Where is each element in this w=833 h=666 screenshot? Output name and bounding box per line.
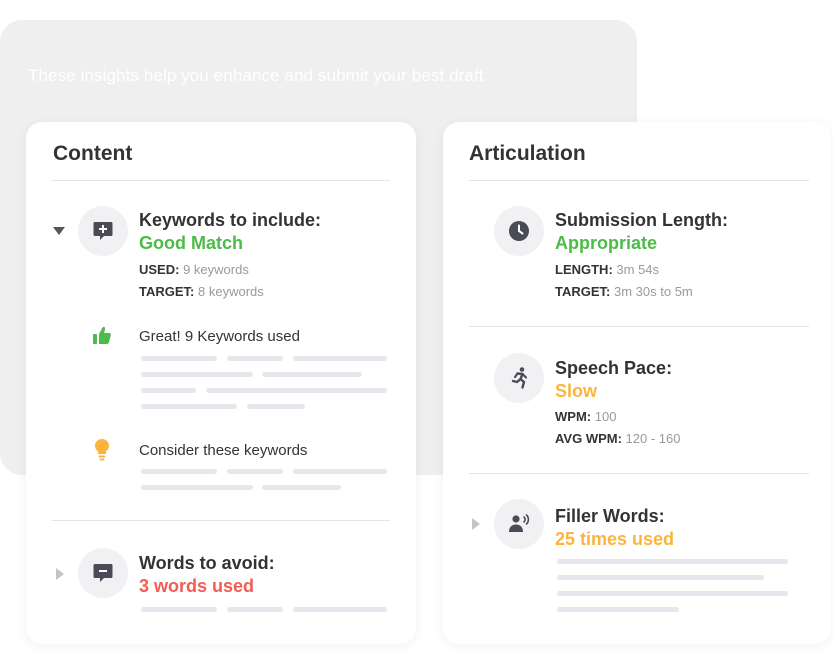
thumbs-up-icon (92, 325, 112, 350)
keywords-title: Keywords to include: (139, 210, 322, 230)
expand-caret-icon[interactable] (472, 518, 480, 530)
length-target: TARGET: 3m 30s to 5m (555, 284, 693, 299)
pace-status: Slow (555, 381, 598, 401)
clock-icon (494, 206, 544, 256)
placeholder-bar (141, 372, 253, 377)
placeholder-bar (557, 575, 764, 580)
keywords-status: Good Match (139, 233, 243, 253)
consider-message: Consider these keywords (139, 442, 308, 459)
placeholder-bar (141, 485, 253, 490)
lightbulb-icon (94, 438, 110, 467)
placeholder-bar (262, 485, 341, 490)
running-person-icon (494, 353, 544, 403)
avoid-title: Words to avoid: (139, 553, 275, 573)
placeholder-bar (141, 404, 237, 409)
placeholder-bar (293, 356, 387, 361)
placeholder-bar (293, 469, 387, 474)
articulation-card: Articulation Submission Length: Appropri… (443, 122, 831, 644)
placeholder-bar (227, 607, 283, 612)
filler-title: Filler Words: (555, 506, 665, 526)
divider (52, 180, 390, 181)
insights-subtitle: These insights help you enhance and subm… (28, 66, 484, 85)
content-card-title: Content (53, 142, 133, 165)
placeholder-bar (141, 388, 196, 393)
filler-status: 25 times used (555, 529, 675, 549)
placeholder-bar (262, 372, 362, 377)
chat-plus-icon (78, 206, 128, 256)
length-value: LENGTH: 3m 54s (555, 262, 660, 277)
placeholder-bar (141, 607, 217, 612)
placeholder-bar (227, 469, 283, 474)
avoid-status: 3 words used (139, 576, 255, 596)
content-card: Content Keywords to include: Good Match … (26, 122, 416, 644)
keywords-target: TARGET: 8 keywords (139, 284, 264, 299)
chat-minus-icon (78, 548, 128, 598)
placeholder-bar (227, 356, 283, 361)
placeholder-bar (557, 559, 788, 564)
pace-avg-wpm: AVG WPM: 120 - 160 (555, 431, 681, 446)
placeholder-bar (293, 607, 387, 612)
length-status: Appropriate (555, 233, 658, 253)
placeholder-bar (141, 469, 217, 474)
articulation-card-title: Articulation (469, 142, 586, 165)
collapse-caret-icon[interactable] (53, 227, 65, 235)
speaking-person-icon (494, 499, 544, 549)
divider (52, 520, 390, 521)
placeholder-bar (247, 404, 305, 409)
pace-wpm: WPM: 100 (555, 409, 617, 424)
keywords-used: USED: 9 keywords (139, 262, 249, 277)
placeholder-bar (557, 607, 679, 612)
divider (469, 326, 809, 327)
placeholder-bar (141, 356, 217, 361)
placeholder-bar (557, 591, 788, 596)
placeholder-bar (206, 388, 387, 393)
length-title: Submission Length: (555, 210, 728, 230)
divider (469, 180, 809, 181)
great-message: Great! 9 Keywords used (139, 328, 300, 345)
pace-title: Speech Pace: (555, 358, 673, 378)
expand-caret-icon[interactable] (56, 568, 64, 580)
divider (469, 473, 809, 474)
